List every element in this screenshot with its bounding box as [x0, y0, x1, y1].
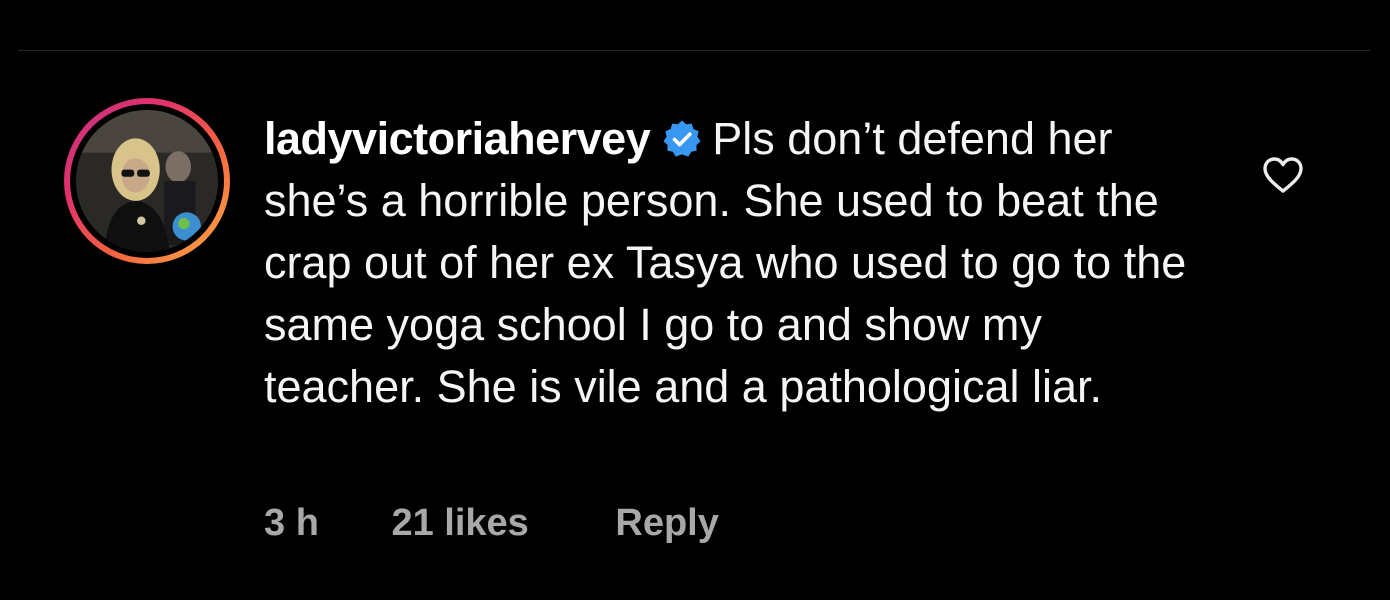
top-divider: [18, 50, 1370, 51]
avatar: [76, 110, 218, 252]
comment-body: ladyvictoriahervey Pls don’t defend her …: [264, 108, 1204, 418]
comment-username[interactable]: ladyvictoriahervey: [264, 113, 651, 164]
avatar-gap: [70, 104, 224, 258]
comment-likes-count[interactable]: 21 likes: [391, 502, 528, 545]
verified-badge-icon: [662, 119, 702, 159]
comment-timestamp[interactable]: 3 h: [264, 502, 319, 545]
avatar-story-ring[interactable]: [64, 98, 230, 264]
heart-icon[interactable]: [1261, 155, 1305, 195]
reply-button[interactable]: Reply: [615, 502, 718, 545]
avatar-photo: [76, 110, 218, 252]
comment-meta: 3 h 21 likes Reply: [264, 502, 719, 545]
